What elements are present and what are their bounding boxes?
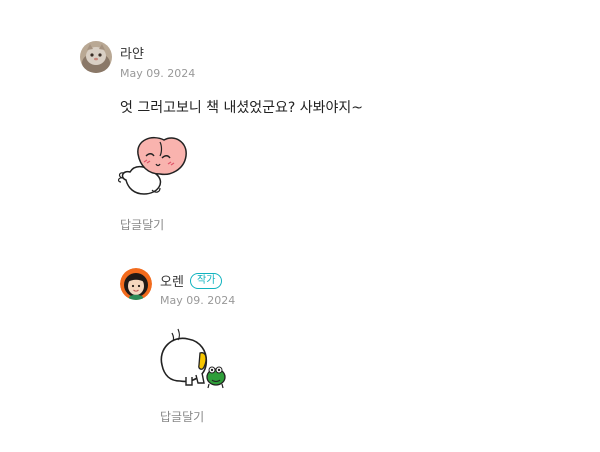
reply-button[interactable]: 답글달기 [120,216,164,233]
avatar[interactable] [120,268,152,300]
cat-avatar-image [80,41,112,73]
comment-date: May 09. 2024 [120,67,196,80]
author-badge: 작가 [190,273,223,289]
comment-text: 엇 그러고보니 책 내셨었군요? 사봐야지~ [120,100,364,116]
apeach-lying-sticker [116,132,196,202]
comment-author[interactable]: 오렌 [160,271,184,290]
character-bowing-sticker [156,325,232,395]
comment-date: May 09. 2024 [160,294,236,307]
girl-avatar-image [120,268,152,300]
reply-button[interactable]: 답글달기 [160,408,204,425]
comment-author[interactable]: 라얀 [120,43,144,62]
avatar[interactable] [80,41,112,73]
